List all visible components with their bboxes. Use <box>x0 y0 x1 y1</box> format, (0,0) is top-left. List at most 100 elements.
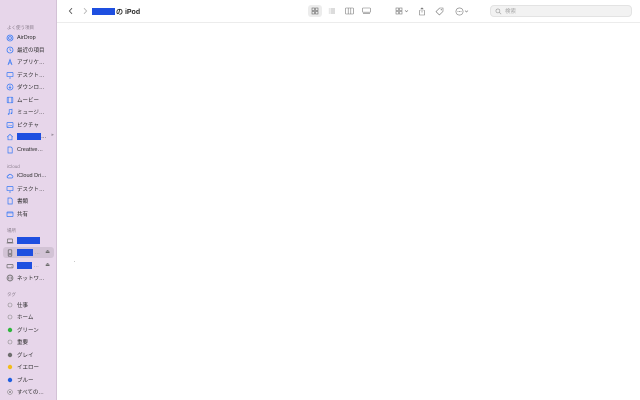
chevron-right-icon <box>83 7 88 15</box>
sidebar-item-label: ダウンロ… <box>17 84 45 91</box>
sidebar-item-label: デスクト… <box>17 72 45 79</box>
tag-label: 重要 <box>17 339 29 346</box>
tag-label: グレイ <box>17 352 34 359</box>
sidebar-item-label: アプリケ… <box>17 59 45 66</box>
cloud-icon <box>6 172 14 180</box>
list-view-button[interactable] <box>325 5 339 17</box>
tag-item[interactable]: 仕事 <box>3 299 54 310</box>
sidebar-item-icloud-desktop[interactable]: デスクト… <box>3 183 54 194</box>
back-button[interactable] <box>65 5 77 17</box>
sidebar-item-label: デスクト… <box>17 186 45 193</box>
favorites-header: よく使う項目 <box>7 25 34 30</box>
sidebar-item-network[interactable]: ネットワ… <box>3 272 54 283</box>
network-icon <box>6 274 14 282</box>
column-view-button[interactable] <box>342 5 356 17</box>
sidebar: よく使う項目 AirDrop 最近の項目 アプリケ… デスクト… ダウンロ… ム… <box>0 0 57 400</box>
eject-icon[interactable]: ⏏ <box>45 262 50 268</box>
redacted-device-name <box>92 8 115 15</box>
tag-item[interactable]: イエロー <box>3 361 54 372</box>
list-icon <box>328 8 335 14</box>
sidebar-item-mac[interactable] <box>3 235 54 246</box>
more-actions-button[interactable] <box>452 5 472 17</box>
tags-header: タグ <box>7 292 16 297</box>
sidebar-item-label: ミュージ… <box>17 109 45 116</box>
tag-icon <box>435 7 443 15</box>
sidebar-item-applications[interactable]: アプリケ… <box>3 56 54 67</box>
tag-item[interactable]: グレイ <box>3 349 54 360</box>
sidebar-item-external-drive[interactable]: … ⏏ <box>3 260 54 271</box>
search-field[interactable]: 検索 <box>490 5 632 17</box>
sidebar-item-label: ピクチャ <box>17 122 39 129</box>
sidebar-item-label: AirDrop <box>17 34 36 41</box>
airdrop-icon <box>6 34 14 42</box>
sidebar-item-music[interactable]: ミュージ… <box>3 106 54 117</box>
music-icon <box>6 108 14 116</box>
group-grid-icon <box>395 7 408 15</box>
finder-window: よく使う項目 AirDrop 最近の項目 アプリケ… デスクト… ダウンロ… ム… <box>0 0 640 400</box>
sidebar-item-creative-cloud[interactable]: Creative… <box>3 144 54 155</box>
search-placeholder: 検索 <box>505 9 517 15</box>
sidebar-item-desktop[interactable]: デスクト… <box>3 69 54 80</box>
share-icon <box>419 6 425 15</box>
file-content-area[interactable] <box>57 23 640 400</box>
desktop-icon <box>6 185 14 193</box>
document-icon <box>6 146 14 154</box>
forward-button[interactable] <box>79 5 91 17</box>
icloud-header: iCloud <box>7 164 20 169</box>
redacted-label <box>17 237 40 244</box>
sidebar-item-home[interactable]: … ▸ <box>3 131 54 142</box>
tag-dot-icon <box>6 363 14 371</box>
tag-item[interactable]: 重要 <box>3 336 54 347</box>
gallery-icon <box>361 7 371 14</box>
window-title: の iPod <box>92 7 140 16</box>
columns-icon <box>344 7 354 15</box>
chevron-left-icon <box>68 7 73 15</box>
drive-icon <box>6 262 14 270</box>
sidebar-item-shared[interactable]: 共有 <box>3 208 54 219</box>
tag-item[interactable]: ホーム <box>3 311 54 322</box>
search-icon <box>495 8 502 14</box>
sidebar-item-label: 最近の項目 <box>17 47 45 54</box>
tag-dot-icon <box>6 351 14 359</box>
window-title-text: の iPod <box>116 8 141 16</box>
sidebar-item-label: ムービー <box>17 97 40 104</box>
tag-dot-icon <box>6 338 14 346</box>
gallery-view-button[interactable] <box>359 5 373 17</box>
photo-icon <box>6 121 14 129</box>
tag-item-all[interactable]: すべての… <box>3 386 54 397</box>
sidebar-item-movies[interactable]: ムービー <box>3 94 54 105</box>
tag-item[interactable]: ブルー <box>3 374 54 385</box>
sidebar-item-icloud-drive[interactable]: iCloud Dri… <box>3 170 54 181</box>
shared-folder-icon <box>6 210 14 218</box>
tag-dot-icon <box>6 313 14 321</box>
download-icon <box>6 83 14 91</box>
sidebar-item-airdrop[interactable]: AirDrop <box>3 32 54 43</box>
tag-label: ブルー <box>17 377 34 384</box>
eject-icon[interactable]: ⏏ <box>45 249 50 255</box>
home-icon <box>6 133 14 141</box>
sidebar-item-downloads[interactable]: ダウンロ… <box>3 81 54 92</box>
tag-dot-icon <box>6 301 14 309</box>
desktop-icon <box>6 71 14 79</box>
sidebar-item-label: ネットワ… <box>17 275 45 282</box>
tag-label: すべての… <box>17 389 44 396</box>
laptop-icon <box>6 237 14 245</box>
film-icon <box>6 96 14 104</box>
sidebar-item-ipod[interactable]: … ⏏ <box>3 247 54 258</box>
sidebar-item-label: 共有 <box>17 211 29 218</box>
sidebar-item-documents[interactable]: 書類 <box>3 195 54 206</box>
sidebar-item-recents[interactable]: 最近の項目 <box>3 44 54 55</box>
redacted-label: … <box>17 262 39 269</box>
tags-button[interactable] <box>433 5 445 17</box>
group-button[interactable] <box>392 5 412 17</box>
icon-view-button[interactable] <box>308 5 322 17</box>
share-button[interactable] <box>416 5 428 17</box>
tag-label: 仕事 <box>17 302 29 309</box>
tag-label: ホーム <box>17 314 34 321</box>
tag-item[interactable]: グリーン <box>3 324 54 335</box>
tag-dot-icon <box>6 376 14 384</box>
tag-dot-icon <box>6 326 14 334</box>
sidebar-item-pictures[interactable]: ピクチャ <box>3 119 54 130</box>
sidebar-item-label: 書類 <box>17 198 29 205</box>
document-icon <box>6 197 14 205</box>
